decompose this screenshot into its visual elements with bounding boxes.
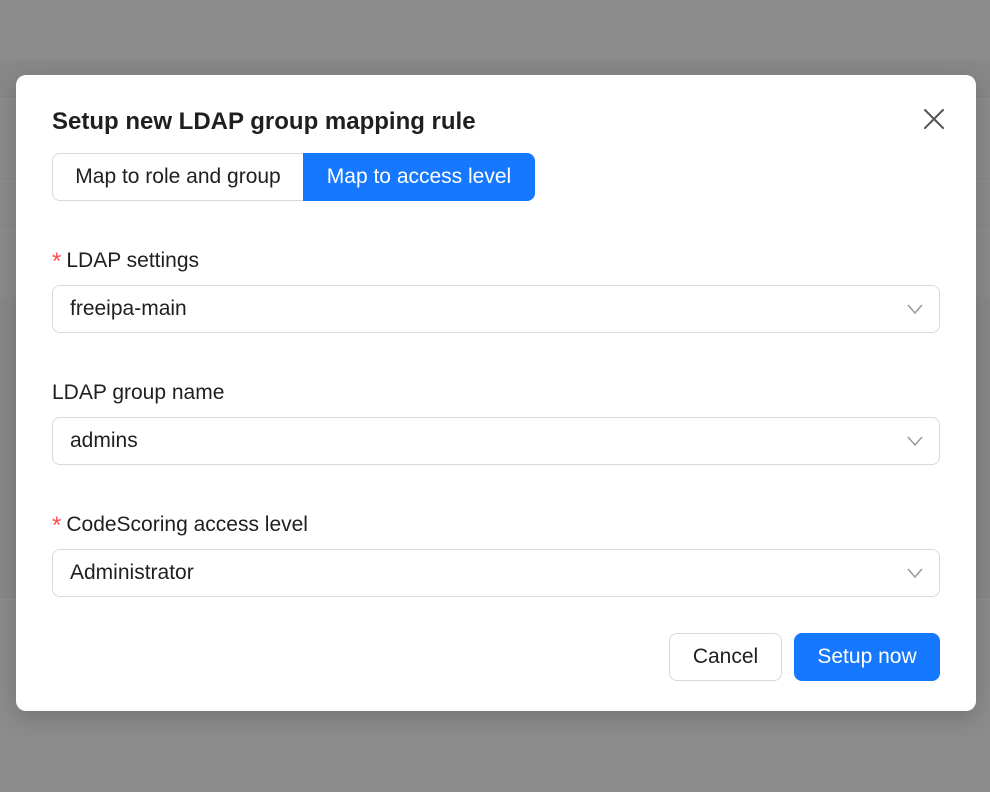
setup-now-button[interactable]: Setup now [794, 633, 940, 681]
chevron-down-icon [907, 568, 923, 579]
required-mark: * [52, 248, 62, 275]
required-mark: * [52, 512, 62, 539]
ldap-settings-select[interactable]: freeipa-main [52, 285, 940, 333]
mapping-type-tabs: Map to role and group Map to access leve… [52, 153, 535, 201]
ldap-settings-label-text: LDAP settings [66, 249, 200, 272]
access-level-value: Administrator [70, 561, 194, 584]
chevron-down-icon [907, 304, 923, 315]
tab-map-to-role-and-group[interactable]: Map to role and group [52, 153, 303, 201]
dialog-title: Setup new LDAP group mapping rule [52, 108, 476, 135]
tab-map-to-access-level[interactable]: Map to access level [303, 153, 535, 201]
ldap-mapping-dialog: Setup new LDAP group mapping rule Map to… [16, 75, 976, 711]
close-button[interactable] [920, 105, 948, 133]
tab-label: Map to role and group [75, 165, 281, 188]
ldap-group-name-select[interactable]: admins [52, 417, 940, 465]
chevron-down-icon [907, 436, 923, 447]
ldap-group-name-label: LDAP group name [52, 380, 224, 406]
cancel-button[interactable]: Cancel [669, 633, 782, 681]
access-level-select[interactable]: Administrator [52, 549, 940, 597]
ldap-group-name-value: admins [70, 429, 138, 452]
access-level-label-text: CodeScoring access level [66, 513, 308, 536]
access-level-label: * CodeScoring access level [52, 512, 308, 539]
ldap-settings-value: freeipa-main [70, 297, 187, 320]
ldap-group-name-label-text: LDAP group name [52, 381, 225, 404]
ldap-settings-label: * LDAP settings [52, 248, 199, 275]
close-icon [924, 109, 944, 129]
tab-label: Map to access level [326, 165, 512, 188]
